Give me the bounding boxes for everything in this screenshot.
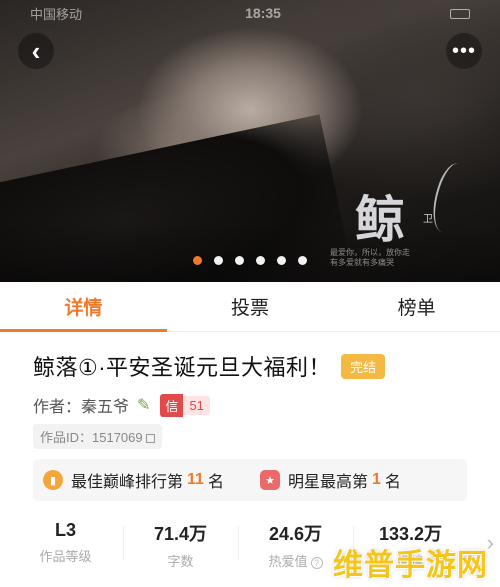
- rank-peak-prefix: 最佳巅峰排行第: [71, 474, 184, 491]
- stat-label-text: 热爱值: [268, 554, 308, 569]
- carousel-dot[interactable]: [277, 256, 286, 265]
- logo-character: 鲸: [355, 190, 405, 249]
- star-icon: ★: [260, 470, 280, 490]
- credit-badge-value: 51: [183, 395, 210, 415]
- carrier-label: 中国移动: [30, 6, 83, 22]
- rank-peak-number: 11: [187, 471, 204, 488]
- carousel-dot[interactable]: [256, 256, 265, 265]
- status-badge: 完结: [341, 353, 386, 379]
- tab-details[interactable]: 详情: [0, 282, 167, 332]
- help-icon[interactable]: ?: [310, 556, 323, 569]
- watermark-logo: 维普手游网: [333, 549, 488, 582]
- author-row: 作者：秦五爷 ✎ 信 51: [33, 393, 210, 417]
- stat-value: 71.4万: [153, 524, 208, 544]
- rank-star-prefix: 明星最高第: [288, 474, 369, 491]
- tab-vote[interactable]: 投票: [167, 282, 334, 331]
- carousel-indicator: [0, 256, 500, 265]
- credit-badge[interactable]: 信 51: [160, 393, 210, 417]
- rank-peak[interactable]: ▮ 最佳巅峰排行第 11 名: [33, 468, 250, 492]
- more-dots-icon: •••: [451, 39, 476, 62]
- rank-peak-suffix: 名: [207, 474, 224, 491]
- clock: 18:35: [245, 5, 281, 21]
- back-button[interactable]: ‹: [18, 33, 54, 69]
- carousel-dot[interactable]: [193, 256, 202, 265]
- stat-label: 作品等级: [39, 549, 92, 564]
- cover-logo: 鲸 卫: [355, 155, 476, 249]
- credit-badge-label: 信: [160, 393, 184, 417]
- title-row: 鲸落①·平安圣诞元旦大福利！ 完结: [33, 350, 386, 382]
- rank-star[interactable]: ★ 明星最高第 1 名: [250, 468, 467, 492]
- work-id: 作品ID：1517069: [40, 430, 143, 445]
- tab-ranking[interactable]: 榜单: [333, 282, 500, 331]
- rank-star-number: 1: [372, 471, 381, 488]
- logo-side-text: 卫: [423, 214, 433, 225]
- peak-chart-icon: ▮: [43, 470, 63, 490]
- carousel-dot[interactable]: [214, 256, 223, 265]
- tab-bar: 详情 投票 榜单: [0, 282, 500, 332]
- battery-icon: [444, 6, 470, 21]
- carousel-dot[interactable]: [235, 256, 244, 265]
- stat-word-count: 71.4万 字数: [123, 520, 238, 587]
- stat-value: L3: [54, 520, 76, 540]
- work-title: 鲸落①·平安圣诞元旦大福利！: [33, 355, 332, 380]
- chevron-left-icon: ‹: [31, 35, 41, 66]
- cover-banner[interactable]: 中国移动 18:35 ‹ ••• 鲸 卫 最爱你，所以，放你走 有多爱就有多痛哭: [0, 0, 500, 282]
- pen-icon: ✎: [137, 397, 151, 414]
- stat-level: L3 作品等级: [8, 520, 123, 587]
- author-name[interactable]: 作者：秦五爷: [33, 393, 129, 417]
- rank-box[interactable]: ▮ 最佳巅峰排行第 11 名 ★ 明星最高第 1 名: [33, 459, 467, 501]
- more-button[interactable]: •••: [446, 33, 482, 69]
- rank-star-suffix: 名: [384, 474, 401, 491]
- copy-icon: [145, 434, 155, 444]
- carousel-dot[interactable]: [298, 256, 307, 265]
- stat-label: 字数: [167, 554, 194, 569]
- work-id-chip[interactable]: 作品ID：1517069: [33, 424, 162, 449]
- status-bar: 中国移动 18:35: [0, 0, 500, 26]
